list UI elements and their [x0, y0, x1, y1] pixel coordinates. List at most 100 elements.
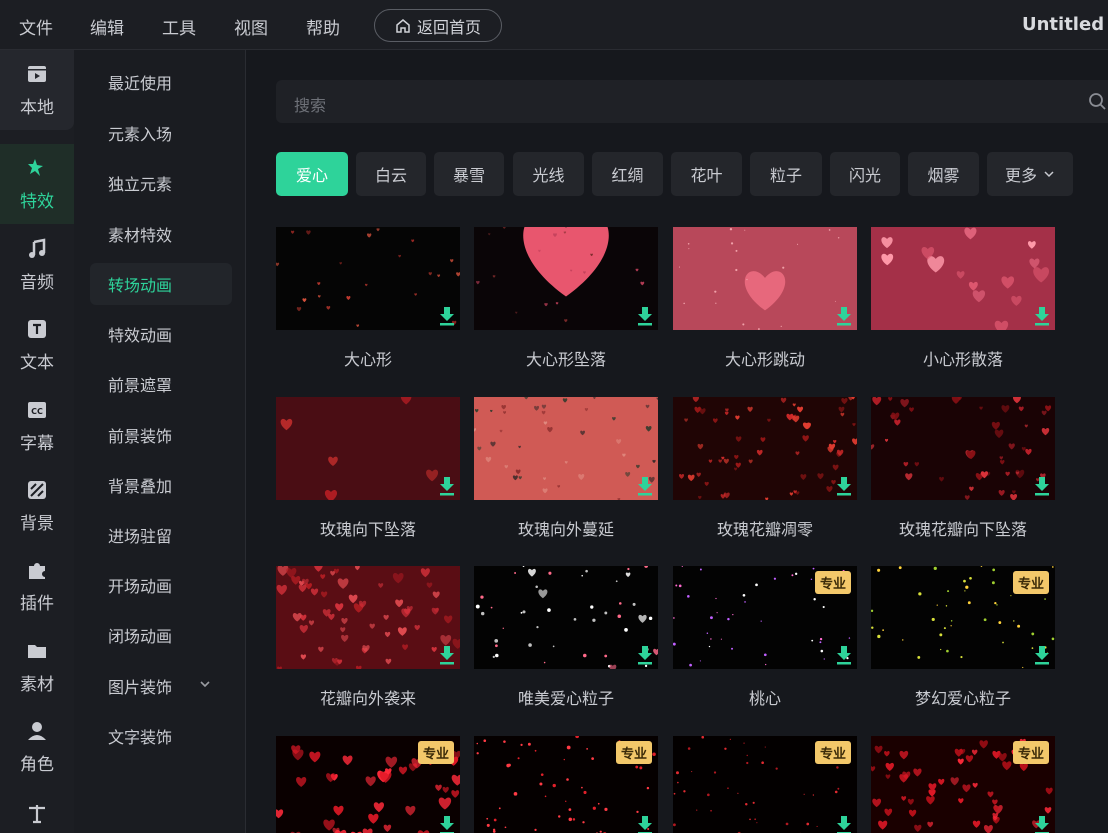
download-icon[interactable] — [1033, 815, 1051, 833]
magic-star-icon — [26, 157, 48, 179]
rail-item-local[interactable]: 本地 — [0, 50, 74, 130]
download-icon[interactable] — [636, 306, 654, 326]
effect-card[interactable]: 专业 梦幻爱心粒子 — [871, 566, 1055, 709]
download-icon[interactable] — [636, 645, 654, 665]
effect-card[interactable]: 玫瑰向下坠落 — [276, 397, 460, 540]
effect-thumbnail[interactable]: 专业 — [871, 736, 1055, 833]
cc-icon: CC — [26, 399, 48, 421]
category-background-overlay[interactable]: 背景叠加 — [90, 464, 232, 506]
category-element-entry[interactable]: 元素入场 — [90, 112, 232, 154]
effect-card[interactable]: 小心形散落 — [871, 227, 1055, 370]
menu-help[interactable]: 帮助 — [306, 14, 340, 39]
chip-flowers-leaves[interactable]: 花叶 — [671, 152, 742, 196]
menu-edit[interactable]: 编辑 — [90, 14, 124, 39]
rail-item-background[interactable]: 背景 — [0, 466, 74, 546]
rail-item-effects[interactable]: 特效 — [0, 144, 74, 224]
download-icon[interactable] — [438, 645, 456, 665]
chip-clouds[interactable]: 白云 — [356, 152, 426, 196]
chip-love[interactable]: 爱心 — [276, 152, 348, 196]
effect-card[interactable]: 大心形跳动 — [673, 227, 857, 370]
chip-smoke[interactable]: 烟雾 — [908, 152, 979, 196]
category-foreground-masks[interactable]: 前景遮罩 — [90, 363, 232, 405]
download-icon[interactable] — [438, 306, 456, 326]
effect-preview-image — [276, 566, 460, 669]
download-icon[interactable] — [1033, 645, 1051, 665]
download-icon[interactable] — [636, 476, 654, 496]
effect-card[interactable]: 玫瑰花瓣向下坠落 — [871, 397, 1055, 540]
effect-card[interactable]: 专业 — [276, 736, 460, 833]
chip-red-silk[interactable]: 红绸 — [592, 152, 663, 196]
category-foreground-decor[interactable]: 前景装饰 — [90, 414, 232, 456]
effect-thumbnail[interactable] — [871, 227, 1055, 330]
category-effect-animations[interactable]: 特效动画 — [90, 313, 232, 355]
category-recent[interactable]: 最近使用 — [90, 61, 232, 103]
rail-item-more[interactable]: … — [0, 787, 74, 833]
effect-thumbnail[interactable] — [276, 397, 460, 500]
effect-card[interactable]: 玫瑰花瓣凋零 — [673, 397, 857, 540]
chip-particles[interactable]: 粒子 — [750, 152, 822, 196]
search-input[interactable]: 搜索 — [294, 92, 326, 116]
rail-label: 背景 — [20, 513, 54, 534]
download-icon[interactable] — [438, 476, 456, 496]
rail-item-plugins[interactable]: 插件 — [0, 546, 74, 626]
category-entry-hold[interactable]: 进场驻留 — [90, 514, 232, 556]
chip-flash[interactable]: 闪光 — [830, 152, 900, 196]
effect-thumbnail[interactable]: 专业 — [673, 566, 857, 669]
rail-item-materials[interactable]: 素材 — [0, 627, 74, 707]
effect-thumbnail[interactable]: 专业 — [871, 566, 1055, 669]
download-icon[interactable] — [835, 476, 853, 496]
chip-light[interactable]: 光线 — [513, 152, 584, 196]
category-transitions[interactable]: 转场动画 — [90, 263, 232, 305]
person-icon — [26, 720, 48, 742]
category-text-decor[interactable]: 文字装饰 — [90, 715, 232, 757]
effect-thumbnail[interactable] — [276, 566, 460, 669]
effect-card[interactable]: 大心形坠落 — [474, 227, 658, 370]
rail-item-text[interactable]: 文本 — [0, 305, 74, 385]
effect-thumbnail[interactable] — [474, 566, 658, 669]
download-icon[interactable] — [438, 815, 456, 833]
effect-thumbnail[interactable] — [474, 227, 658, 330]
balance-icon — [26, 802, 48, 824]
effect-card[interactable]: 专业 桃心 — [673, 566, 857, 709]
effect-card[interactable]: 专业 — [474, 736, 658, 833]
folder-icon — [26, 640, 48, 662]
rail-item-audio[interactable]: 音频 — [0, 225, 74, 305]
effect-thumbnail[interactable] — [871, 397, 1055, 500]
download-icon[interactable] — [1033, 306, 1051, 326]
chip-more[interactable]: 更多 — [987, 152, 1073, 196]
effect-card[interactable]: 大心形 — [276, 227, 460, 370]
effect-card[interactable]: 玫瑰向外蔓延 — [474, 397, 658, 540]
effect-thumbnail[interactable] — [673, 397, 857, 500]
rail-item-subtitles[interactable]: CC 字幕 — [0, 386, 74, 466]
category-standalone-elements[interactable]: 独立元素 — [90, 162, 232, 204]
effect-name: 玫瑰花瓣凋零 — [716, 520, 813, 539]
category-closing-animations[interactable]: 闭场动画 — [90, 614, 232, 656]
download-icon[interactable] — [1033, 476, 1051, 496]
effect-thumbnail[interactable]: 专业 — [474, 736, 658, 833]
effect-card[interactable]: 专业 — [871, 736, 1055, 833]
category-material-effects[interactable]: 素材特效 — [90, 213, 232, 255]
effect-thumbnail[interactable]: 专业 — [673, 736, 857, 833]
chip-blizzard[interactable]: 暴雪 — [434, 152, 504, 196]
effect-thumbnail[interactable] — [474, 397, 658, 500]
effect-card[interactable]: 花瓣向外袭来 — [276, 566, 460, 709]
search-bar[interactable]: 搜索 — [276, 80, 1108, 123]
download-icon[interactable] — [835, 645, 853, 665]
return-home-button[interactable]: 返回首页 — [374, 9, 502, 42]
category-opening-animations[interactable]: 开场动画 — [90, 564, 232, 606]
effect-thumbnail[interactable] — [276, 227, 460, 330]
download-icon[interactable] — [835, 306, 853, 326]
effect-card[interactable]: 唯美爱心粒子 — [474, 566, 658, 709]
download-icon[interactable] — [636, 815, 654, 833]
menu-view[interactable]: 视图 — [234, 14, 268, 39]
search-icon[interactable] — [1088, 92, 1108, 112]
menu-tools[interactable]: 工具 — [162, 14, 196, 39]
effect-thumbnail[interactable]: 专业 — [276, 736, 460, 833]
download-icon[interactable] — [835, 815, 853, 833]
effect-card[interactable]: 专业 — [673, 736, 857, 833]
effect-thumbnail[interactable] — [673, 227, 857, 330]
rail-item-characters[interactable]: 角色 — [0, 707, 74, 787]
category-image-decor[interactable]: 图片装饰 — [90, 665, 232, 707]
rail-label: 特效 — [20, 191, 54, 212]
menu-file[interactable]: 文件 — [19, 14, 53, 39]
